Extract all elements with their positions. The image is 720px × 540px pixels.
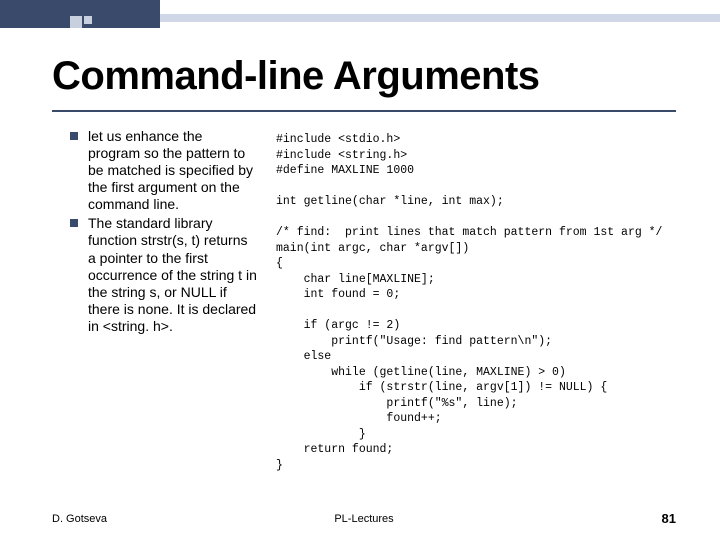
title-underline (52, 110, 676, 112)
decor-square-small (84, 16, 92, 24)
footer-center: PL-Lectures (334, 513, 393, 525)
slide-top-bar (0, 0, 720, 28)
list-item: let us enhance the program so the patter… (70, 128, 258, 213)
bullet-text: let us enhance the program so the patter… (88, 128, 258, 213)
bullet-list: let us enhance the program so the patter… (70, 128, 258, 490)
slide-title: Command-line Arguments (52, 54, 540, 99)
bullet-text: The standard library function strstr(s, … (88, 215, 258, 335)
footer-page-number: 81 (662, 511, 676, 526)
decor-square (70, 16, 82, 28)
decor-squares (70, 16, 92, 28)
footer-author: D. Gotseva (52, 513, 107, 525)
code-block: #include <stdio.h> #include <string.h> #… (276, 128, 676, 490)
bullet-icon (70, 132, 78, 140)
top-bar-light (160, 14, 720, 22)
slide-content: let us enhance the program so the patter… (70, 128, 676, 490)
list-item: The standard library function strstr(s, … (70, 215, 258, 335)
bullet-icon (70, 219, 78, 227)
slide-footer: D. Gotseva PL-Lectures 81 (52, 511, 676, 526)
